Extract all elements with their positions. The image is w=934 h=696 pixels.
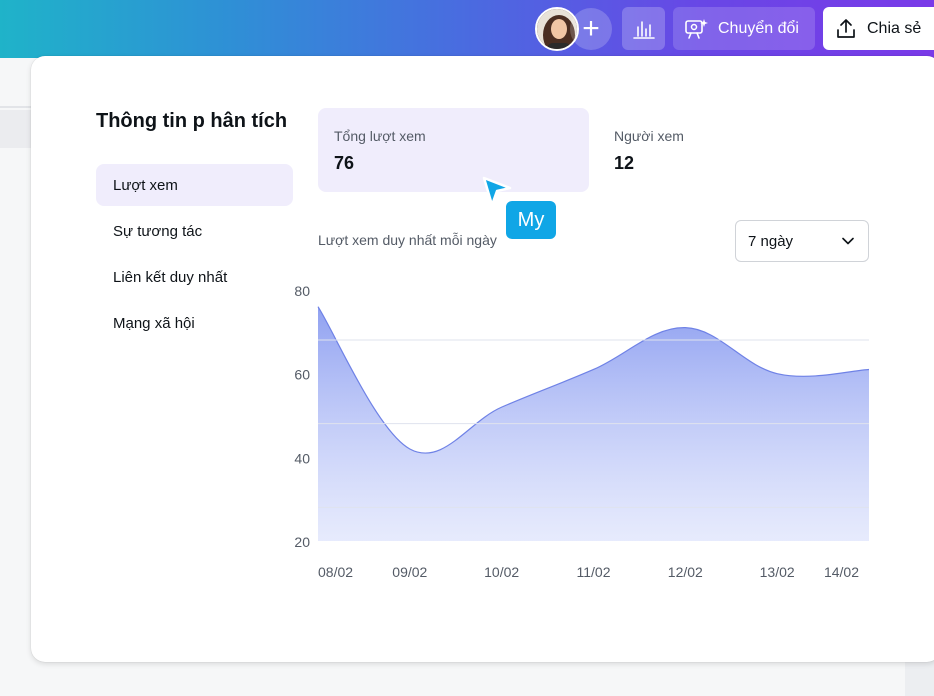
x-tick-label: 08/02 [318,564,353,580]
x-tick-label: 14/02 [824,564,859,580]
y-tick-label: 20 [294,534,310,550]
x-tick-label: 09/02 [392,564,427,580]
x-tick-label: 12/02 [668,564,703,580]
x-tick-label: 10/02 [484,564,519,580]
y-tick-label: 60 [294,367,310,383]
x-tick-label: 11/02 [577,564,611,580]
views-area-chart: 80 60 40 20 08/02 09/02 10/02 11/02 12/02 13/02 14… [294,283,870,580]
y-tick-label: 80 [294,283,310,299]
collaborator-name-label: My [506,201,556,239]
x-tick-label: 13/02 [760,564,795,580]
y-tick-label: 40 [294,450,310,466]
